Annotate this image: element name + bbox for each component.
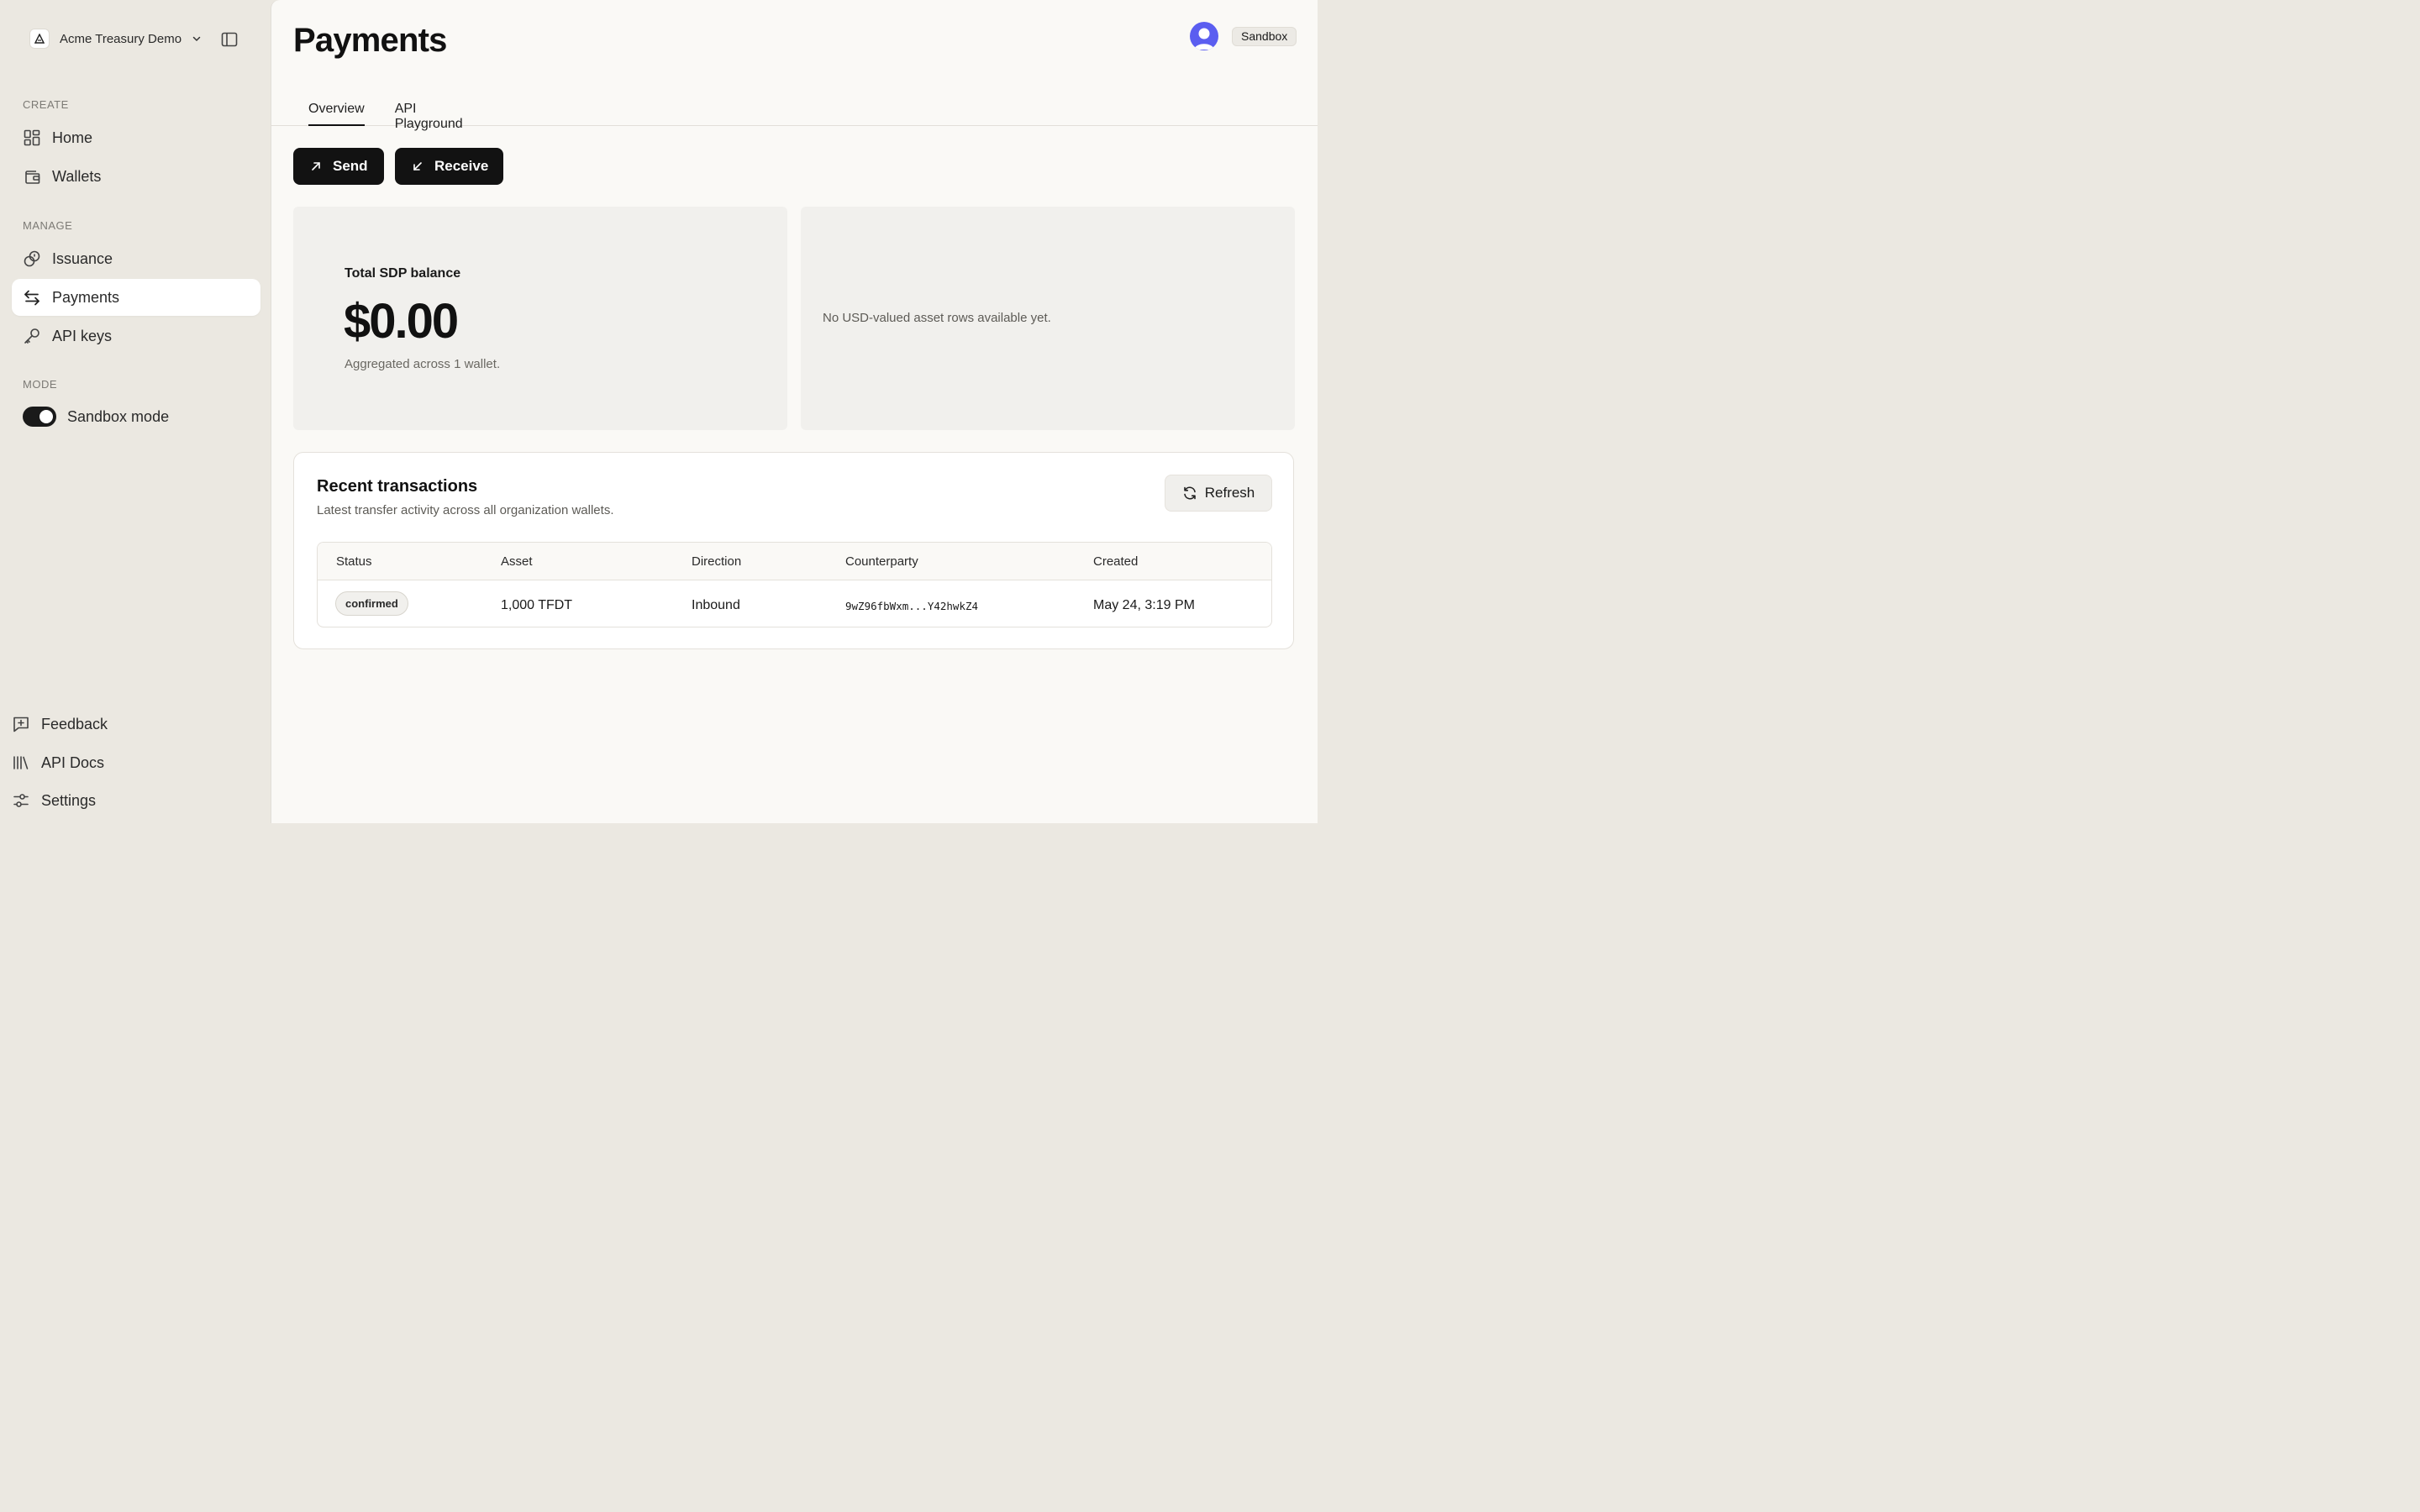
- sidebar: Acme Treasury Demo CREATE Home Wallets M…: [0, 0, 271, 823]
- cell-counterparty: 9wZ96fbWxm...Y42hwkZ4: [845, 600, 979, 612]
- transactions-table: Status Asset Direction Counterparty Crea…: [317, 542, 1272, 627]
- cell-asset: 1,000 TFDT: [501, 598, 573, 612]
- balance-card: Total SDP balance $0.00 Aggregated acros…: [293, 207, 787, 430]
- send-button[interactable]: Send: [293, 148, 384, 185]
- sidebar-item-api-keys[interactable]: API keys: [12, 318, 260, 354]
- receive-button-label: Receive: [434, 158, 489, 174]
- assets-card: No USD-valued asset rows available yet.: [801, 207, 1295, 430]
- arrow-down-left-icon: [412, 160, 424, 172]
- send-button-label: Send: [333, 158, 368, 174]
- sandbox-mode-label: Sandbox mode: [67, 407, 170, 425]
- sandbox-mode-toggle[interactable]: [23, 407, 56, 427]
- section-label-create: CREATE: [23, 98, 69, 111]
- library-icon: [12, 753, 30, 772]
- cell-direction: Inbound: [692, 598, 740, 612]
- sidebar-panel-icon[interactable]: [220, 30, 239, 49]
- balance-label: Total SDP balance: [345, 266, 461, 281]
- sidebar-item-label: Payments: [52, 288, 120, 306]
- sidebar-item-label: API Docs: [41, 753, 105, 771]
- table-header: Status Asset Direction Counterparty Crea…: [318, 543, 1271, 580]
- refresh-button[interactable]: Refresh: [1165, 475, 1272, 512]
- sidebar-item-label: Home: [52, 129, 93, 146]
- sidebar-item-label: Wallets: [52, 167, 102, 185]
- sidebar-item-issuance[interactable]: Issuance: [12, 240, 260, 277]
- recent-transactions-card: Recent transactions Latest transfer acti…: [293, 452, 1294, 649]
- tab-api-playground[interactable]: API Playground: [380, 94, 502, 131]
- org-name: Acme Treasury Demo: [60, 31, 182, 46]
- section-label-manage: MANAGE: [23, 219, 73, 232]
- message-plus-icon: [12, 715, 30, 733]
- sidebar-item-wallets[interactable]: Wallets: [12, 158, 260, 195]
- column-header-direction: Direction: [692, 554, 742, 569]
- refresh-button-label: Refresh: [1204, 485, 1255, 501]
- balance-subtext: Aggregated across 1 wallet.: [345, 357, 501, 371]
- page-title: Payments: [293, 22, 447, 59]
- balance-value: $0.00: [344, 294, 459, 349]
- section-label-mode: MODE: [23, 378, 57, 391]
- column-header-status: Status: [336, 554, 372, 569]
- arrows-left-right-icon: [23, 288, 41, 307]
- sidebar-item-settings[interactable]: Settings: [12, 784, 96, 817]
- sandbox-mode-row: Sandbox mode: [23, 407, 169, 427]
- org-switcher[interactable]: Acme Treasury Demo: [30, 29, 202, 49]
- grid-icon: [23, 129, 41, 147]
- user-avatar[interactable]: [1190, 22, 1218, 50]
- sidebar-item-label: Issuance: [52, 249, 113, 267]
- wallet-icon: [23, 167, 41, 186]
- coins-icon: [23, 249, 41, 268]
- org-logo: [30, 29, 49, 48]
- main-panel: Payments Sandbox Overview API Playground…: [271, 0, 1318, 823]
- sidebar-item-label: API keys: [52, 327, 113, 344]
- environment-badge: Sandbox: [1232, 27, 1297, 46]
- assets-empty-text: No USD-valued asset rows available yet.: [823, 311, 1051, 325]
- transactions-subtitle: Latest transfer activity across all orga…: [317, 503, 614, 517]
- sidebar-item-payments[interactable]: Payments: [12, 279, 260, 316]
- sidebar-item-label: Settings: [41, 791, 97, 809]
- column-header-created: Created: [1093, 554, 1139, 569]
- arrow-up-right-icon: [310, 160, 322, 172]
- status-badge: confirmed: [335, 591, 408, 616]
- chevron-down-icon: [192, 34, 202, 44]
- sidebar-item-home[interactable]: Home: [12, 119, 260, 156]
- key-icon: [23, 327, 41, 345]
- transactions-title: Recent transactions: [317, 477, 478, 496]
- receive-button[interactable]: Receive: [395, 148, 503, 185]
- toggle-knob: [39, 410, 53, 423]
- sliders-icon: [12, 791, 30, 810]
- column-header-counterparty: Counterparty: [845, 554, 918, 569]
- tabs: Overview API Playground: [293, 94, 502, 131]
- sidebar-item-api-docs[interactable]: API Docs: [12, 746, 104, 780]
- cell-created: May 24, 3:19 PM: [1093, 598, 1195, 612]
- sidebar-item-label: Feedback: [41, 715, 108, 732]
- refresh-icon: [1182, 486, 1197, 501]
- column-header-asset: Asset: [501, 554, 533, 569]
- sidebar-item-feedback[interactable]: Feedback: [12, 707, 108, 741]
- tab-overview[interactable]: Overview: [293, 94, 380, 126]
